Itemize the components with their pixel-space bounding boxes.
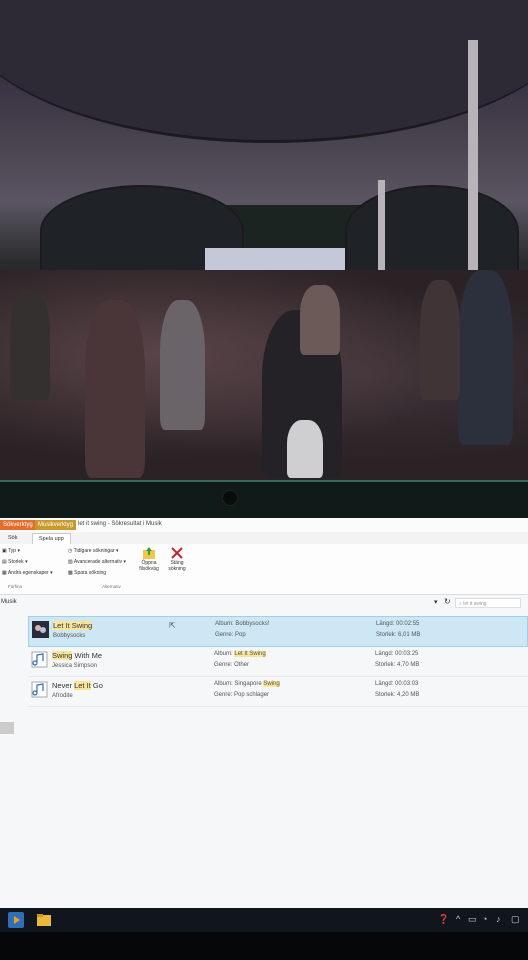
search-highlight: Swing [263,681,280,687]
close-search-icon [171,547,183,559]
album-field: Album: Singapore Swing [214,681,280,687]
chevron-down-icon[interactable]: ▾ [434,598,438,606]
artist-name: Afrodite [52,693,73,699]
search-highlight: Swing [52,651,73,660]
media-player-icon [8,912,24,928]
address-bar: Musik ▾ ↻ ⌕ let it swing [0,597,528,609]
size-field: Storlek: 4,20 MB [375,692,420,698]
arch-right [345,185,519,277]
dancer [160,300,205,430]
length-field: Längd: 00:03:03 [375,681,419,687]
artist-name: Jessica Simpson [52,663,98,669]
chat-icon[interactable]: ▢ [511,914,520,925]
typ-dropdown[interactable]: ▣ Typ ▾ [2,548,20,554]
title-text: With Me [72,651,103,660]
tent-pole [468,40,478,300]
group-label-alternativ: Alternativ [102,584,121,589]
album-text: Singapore [234,681,264,687]
file-explorer-button[interactable] [34,910,54,930]
nav-scroll-handle[interactable] [0,722,14,734]
group-label-forfina: Förfina [8,584,23,589]
chevron-up-icon[interactable]: ^ [456,914,460,924]
title-bar: Sökverktyg Musikverktyg let it swing - S… [0,518,528,532]
genre-field: Genre: Pop schlager [214,692,270,698]
album-text: Bobbysocks! [235,621,270,627]
dancer [300,285,340,355]
result-row[interactable]: Let It Swing Bobbysocks Album: Bobbysocks!… [28,616,528,647]
open-folder-icon [143,547,155,559]
search-input[interactable]: ⌕ let it swing [455,598,521,608]
music-note-icon [31,681,48,698]
tab-musikverktyg[interactable]: Musikverktyg [35,520,77,530]
tab-spela-upp[interactable]: Spela upp [32,533,71,544]
search-highlight: Let It [74,681,91,690]
album-art-icon [32,621,49,638]
album-field: Album: Let It Swing [214,651,266,657]
close-search-button[interactable]: Stäng sökning [162,546,192,572]
mouse-cursor: ⇱ [169,621,176,630]
tent-canopy [0,0,528,143]
dancer [10,290,50,400]
dancer [420,280,460,400]
search-highlight: Let It Swing [234,651,266,657]
avancerade-alternativ-button[interactable]: ▧ Avancerade alternativ ▾ [68,559,126,565]
song-title: Swing With Me [52,651,102,660]
genre-field: Genre: Other [214,662,250,668]
storlek-dropdown[interactable]: ▤ Storlek ▾ [2,559,28,565]
music-note-icon [31,651,48,668]
tab-sokverktyg[interactable]: Sökverktyg [0,520,36,530]
result-row[interactable]: Never Let It Go Afrodite Album: Singapore … [28,677,528,707]
ribbon-tabs: Sök Spela upp [0,532,528,544]
result-row[interactable]: Swing With Me Jessica Simpson Album: Let I… [28,647,528,677]
wifi-icon[interactable]: ◔ [482,914,487,924]
network-icon[interactable]: ▭ [468,914,477,925]
volume-icon[interactable]: ♪ [496,914,501,924]
artist-name: Bobbysocks [53,633,86,639]
dancer [458,270,513,445]
title-text: Never [52,681,75,690]
help-icon[interactable]: ❓ [438,914,449,925]
title-text: Go [90,681,103,690]
taskbar: ❓ ^ ▭ ◔ ♪ ▢ [0,908,528,932]
search-highlight: Let It Swing [53,621,93,630]
venue-photo [0,0,528,480]
tidigare-sokningar-button[interactable]: ◷ Tidigare sökningar ▾ [68,548,119,554]
location-label[interactable]: Musik [1,599,17,605]
length-field: Längd: 00:02:55 [376,621,420,627]
song-title: Let It Swing [53,621,93,630]
length-field: Längd: 00:03:25 [375,651,419,657]
genre-field: Genre: Pop [215,632,246,638]
song-title: Never Let It Go [52,681,103,690]
media-player-button[interactable] [6,910,26,930]
explorer-window: Sökverktyg Musikverktyg let it swing - S… [0,518,528,908]
andra-egenskaper-dropdown[interactable]: ▦ Andra egenskaper ▾ [2,570,53,576]
laptop-bezel [0,480,528,520]
ribbon: ▣ Typ ▾ ▤ Storlek ▾ ▦ Andra egenskaper ▾… [0,544,528,595]
dancer [85,300,145,478]
dancer-legs [287,420,323,478]
window-title: let it swing - Sökresultat i Musik [78,521,162,527]
laptop-edge [0,932,528,960]
size-field: Storlek: 6,01 MB [376,632,421,638]
webcam [222,490,238,506]
file-explorer-icon [37,914,51,926]
results-list: Let It Swing Bobbysocks Album: Bobbysocks!… [28,616,528,707]
refresh-icon[interactable]: ↻ [444,597,451,606]
tab-sok[interactable]: Sök [2,533,23,543]
size-field: Storlek: 4,70 MB [375,662,420,668]
spara-sokning-button[interactable]: ▩ Spara sökning [68,570,106,576]
open-path-button[interactable]: Öppna filsökväg [134,546,164,572]
album-field: Album: Bobbysocks! [215,621,270,627]
